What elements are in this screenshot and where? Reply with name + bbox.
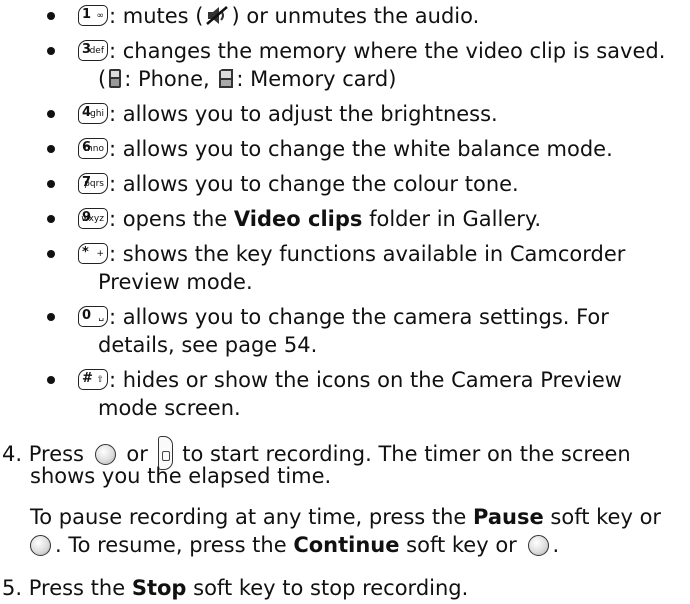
center-ok-key-icon — [527, 535, 549, 556]
key-hash-icon: # ⇧ — [78, 369, 108, 390]
step-5: 5. Press the Stop soft key to stop recor… — [2, 576, 469, 600]
key-3-icon: 3 def — [78, 40, 108, 61]
list-item: 7 pqrs: allows you to change the colour t… — [78, 170, 519, 198]
bullet — [47, 12, 55, 20]
list-item-continuation: mode screen. — [98, 396, 241, 420]
list-item: 9 wxyz: opens the Video clips folder in G… — [78, 205, 541, 233]
bullet — [47, 180, 55, 188]
list-item: 0 ␣: allows you to change the camera sett… — [78, 303, 609, 331]
list-item-continuation: Preview mode. — [98, 270, 253, 294]
bullet — [47, 47, 55, 55]
list-item: 4 ghi: allows you to adjust the brightnes… — [78, 100, 498, 128]
key-star-icon: * + — [78, 243, 108, 264]
list-item-continuation: (: Phone, : Memory card) — [98, 67, 397, 91]
list-item: # ⇧: hides or show the icons on the Camer… — [78, 366, 622, 394]
bullet — [47, 145, 55, 153]
step-4-pause-text: To pause recording at any time, press th… — [30, 505, 662, 529]
phone-memory-icon — [109, 69, 122, 88]
list-item: 6 mno: allows you to change the white bal… — [78, 135, 613, 163]
key-6-icon: 6 mno — [78, 138, 108, 159]
center-ok-key-icon — [30, 535, 51, 556]
list-item: * +: shows the key functions available in… — [78, 240, 625, 268]
memory-card-icon — [219, 69, 234, 88]
bullet — [47, 215, 55, 223]
bullet — [47, 313, 55, 321]
mute-icon — [206, 6, 229, 25]
bullet — [47, 110, 55, 118]
list-item-continuation: details, see page 54. — [98, 333, 318, 357]
step-4-resume-text: . To resume, press the Continue soft key… — [30, 531, 559, 559]
bullet — [47, 376, 55, 384]
key-1-icon: 1 ∞ — [78, 5, 108, 26]
step-4-continuation: shows you the elapsed time. — [30, 464, 332, 488]
list-item: 3 def: changes the memory where the video… — [78, 37, 665, 65]
key-9-icon: 9 wxyz — [78, 208, 108, 229]
key-0-icon: 0 ␣ — [78, 306, 108, 327]
key-4-icon: 4 ghi — [78, 103, 108, 124]
key-7-icon: 7 pqrs — [78, 173, 108, 194]
list-item: 1 ∞: mutes () or unmutes the audio. — [78, 2, 479, 30]
bullet — [47, 250, 55, 258]
